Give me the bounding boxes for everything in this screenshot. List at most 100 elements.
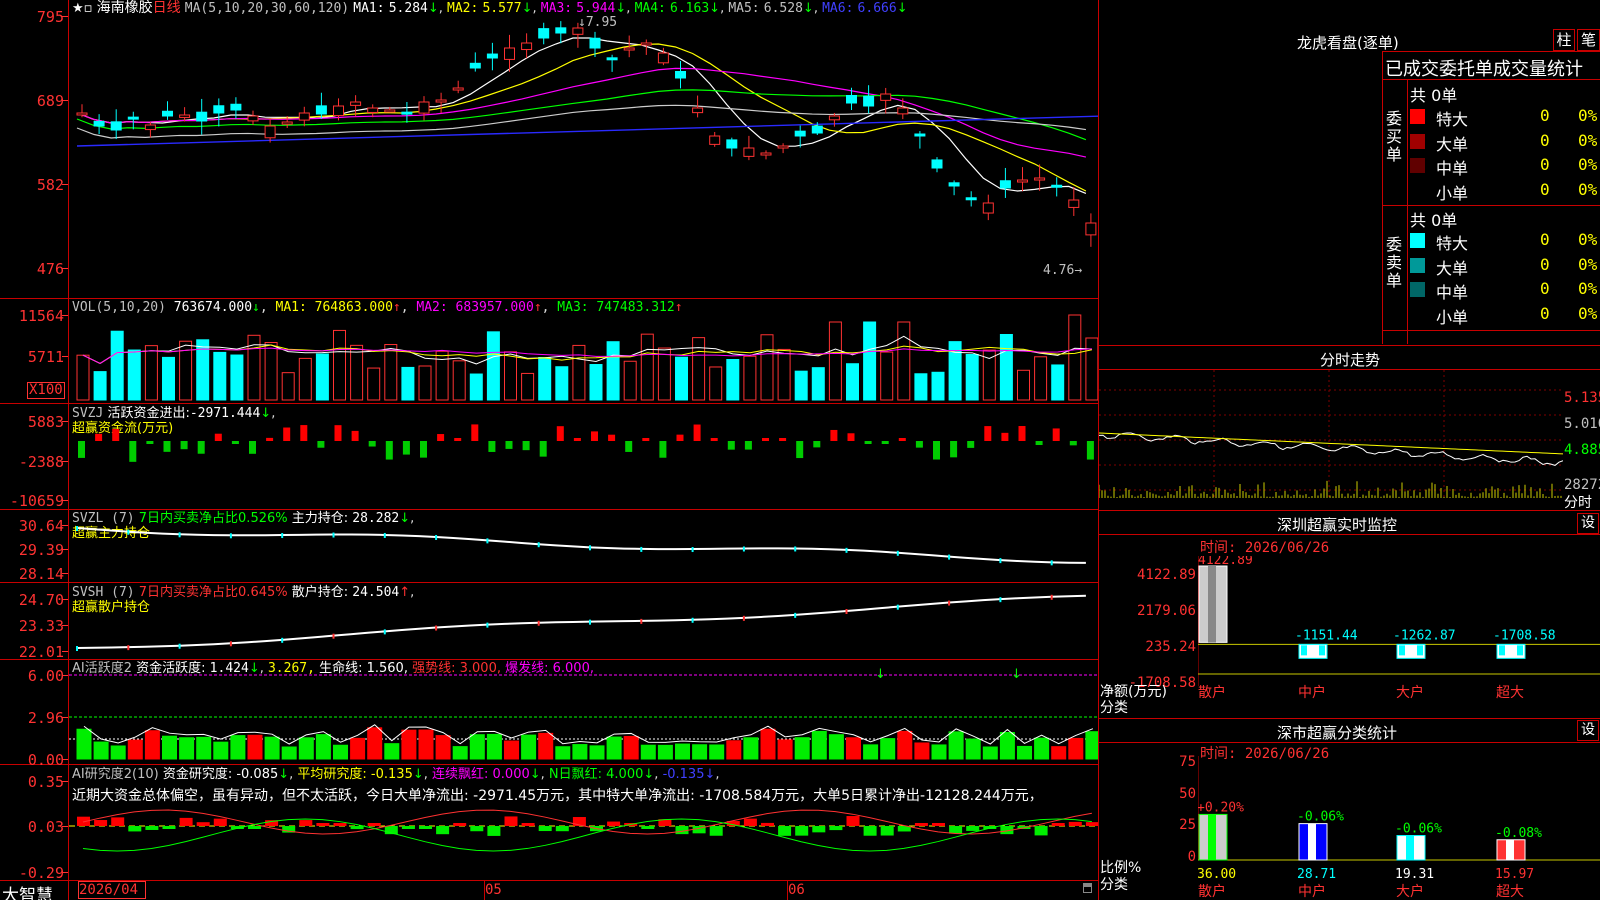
fund-flow-bar <box>146 441 154 444</box>
fund-flow-bar <box>1069 441 1077 446</box>
activity-bar <box>948 731 964 760</box>
order-row: 特大 0 0% <box>1410 230 1600 253</box>
fund-flow-bar <box>231 441 239 444</box>
volume-bar <box>914 373 928 401</box>
activity-bar <box>1017 745 1032 760</box>
classify-axis-label: 0 <box>1187 849 1196 865</box>
fund-flow-bar <box>1018 426 1026 441</box>
monitor-bar-accent <box>1208 566 1216 643</box>
lock-icon[interactable] <box>1083 883 1092 893</box>
candle-body <box>640 42 652 46</box>
volume-bar <box>1051 364 1065 401</box>
retail-holding-chart[interactable] <box>69 583 1098 659</box>
main-title-row: ★▫ 海南橡胶日线 MA(5,10,20,30,60,120) MA1: 5.2… <box>72 0 908 17</box>
candle-body <box>999 180 1011 189</box>
order-row-label: 小单 <box>1436 307 1469 327</box>
ma6-label: MA6: <box>822 1 854 16</box>
research-bar <box>145 826 159 830</box>
activity-bar <box>914 742 930 760</box>
order-row-qty: 0 <box>1540 254 1550 274</box>
signal-arrow: ↓ <box>875 667 886 682</box>
candle-body <box>367 107 379 113</box>
activity-bar <box>504 740 519 760</box>
candle-body <box>692 107 704 114</box>
fund-flow-bar <box>779 438 787 441</box>
ma3-label: MA3: <box>540 1 573 16</box>
classify-x-title: 分类 <box>1100 877 1128 893</box>
volume-bar <box>965 353 979 401</box>
activity-bar <box>743 737 759 760</box>
monitor-settings-button[interactable]: 设 <box>1577 513 1599 534</box>
monitor-bar-chart[interactable]: 4122.89 散户 -1151.44 中户 -1262.87 大户 -1708.58 超大 <box>1198 556 1600 716</box>
volume-bar <box>1034 356 1048 401</box>
activity-chart[interactable]: ↓ ↓ <box>69 660 1098 764</box>
candle-body <box>281 121 293 125</box>
fund-flow-bar <box>1052 428 1060 441</box>
classify-bar-change: -0.06% <box>1395 822 1442 837</box>
activity-bar <box>931 744 947 760</box>
order-color-swatch <box>1410 282 1425 297</box>
order-row: 特大 0 0% <box>1410 106 1600 129</box>
fund-flow-bar <box>984 426 992 441</box>
ma4-value: 6.163 <box>670 1 710 16</box>
volume-bar <box>640 333 654 401</box>
tick-mode-button[interactable]: 笔 <box>1577 29 1600 51</box>
date-cursor-box <box>78 881 146 899</box>
classify-bar-value: 28.71 <box>1297 867 1336 882</box>
classify-axis-label: 75 <box>1179 754 1196 770</box>
buy-total: 共 0单 <box>1410 86 1458 105</box>
order-row-qty: 0 <box>1540 230 1550 249</box>
fund-flow-bar <box>420 441 427 458</box>
bar-mode-button[interactable]: 柱 <box>1553 29 1575 51</box>
main-force-holding-chart[interactable] <box>69 510 1098 582</box>
monitor-axis-label: 235.24 <box>1145 639 1196 655</box>
candle-body <box>179 114 191 118</box>
research-chart[interactable] <box>69 805 1098 880</box>
dragon-tabs[interactable]: 已成交委托单成交量统计 <box>1385 55 1583 81</box>
fund-flow-bar <box>351 430 359 441</box>
activity-bar <box>777 739 793 760</box>
monitor-bar-value: -1708.58 <box>1493 628 1556 643</box>
classify-axis-label: 25 <box>1179 817 1196 833</box>
activity-bar <box>179 737 195 760</box>
classify-bar-chart[interactable]: +0.20% 36.00散户 -0.06% 28.71中户 -0.06% 19.31大户 -… <box>1198 756 1600 900</box>
order-row-qty: 0 <box>1540 303 1550 323</box>
order-row: 大单 0 0% <box>1410 254 1600 278</box>
volume-bar <box>504 351 517 401</box>
research-bar <box>538 826 552 832</box>
research-bar <box>829 826 843 831</box>
order-row-qty: 0 <box>1540 279 1550 298</box>
svzj-axis-label: 5883 <box>27 413 64 431</box>
price-axis-label: 582 <box>36 176 64 194</box>
activity-bar <box>606 736 622 760</box>
volume-bar <box>828 321 842 401</box>
fund-flow-bar <box>710 438 718 441</box>
ma5-label: MA5: <box>728 1 760 16</box>
fund-flow-bar <box>898 438 906 441</box>
volume-bar <box>726 359 740 401</box>
activity-bar <box>965 738 981 760</box>
classify-bar-change: -0.08% <box>1495 826 1542 841</box>
monitor-title: 深圳超赢实时监控 <box>1277 516 1398 534</box>
activity-bar <box>281 746 297 760</box>
activity-bar <box>999 732 1015 760</box>
fund-flow-chart[interactable] <box>69 404 1098 508</box>
volume-chart[interactable] <box>69 312 1098 402</box>
order-row-label: 特大 <box>1436 234 1469 253</box>
price-axis-label: 476 <box>36 260 64 278</box>
candle-body <box>504 47 515 60</box>
fund-flow-bar <box>915 441 923 448</box>
candle-body <box>657 52 669 64</box>
activity-bar <box>213 741 229 760</box>
activity-bar <box>657 744 673 760</box>
research-bar <box>932 823 945 826</box>
classify-settings-button[interactable]: 设 <box>1577 720 1599 741</box>
candlestick-chart[interactable] <box>69 18 1098 298</box>
intraday-chart[interactable] <box>1099 370 1563 510</box>
activity-bar <box>418 729 434 760</box>
activity-bar <box>794 737 810 760</box>
volume-bar <box>692 337 706 401</box>
activity-bar <box>640 744 656 760</box>
activity-bar <box>538 732 554 760</box>
volume-bar <box>486 331 500 401</box>
